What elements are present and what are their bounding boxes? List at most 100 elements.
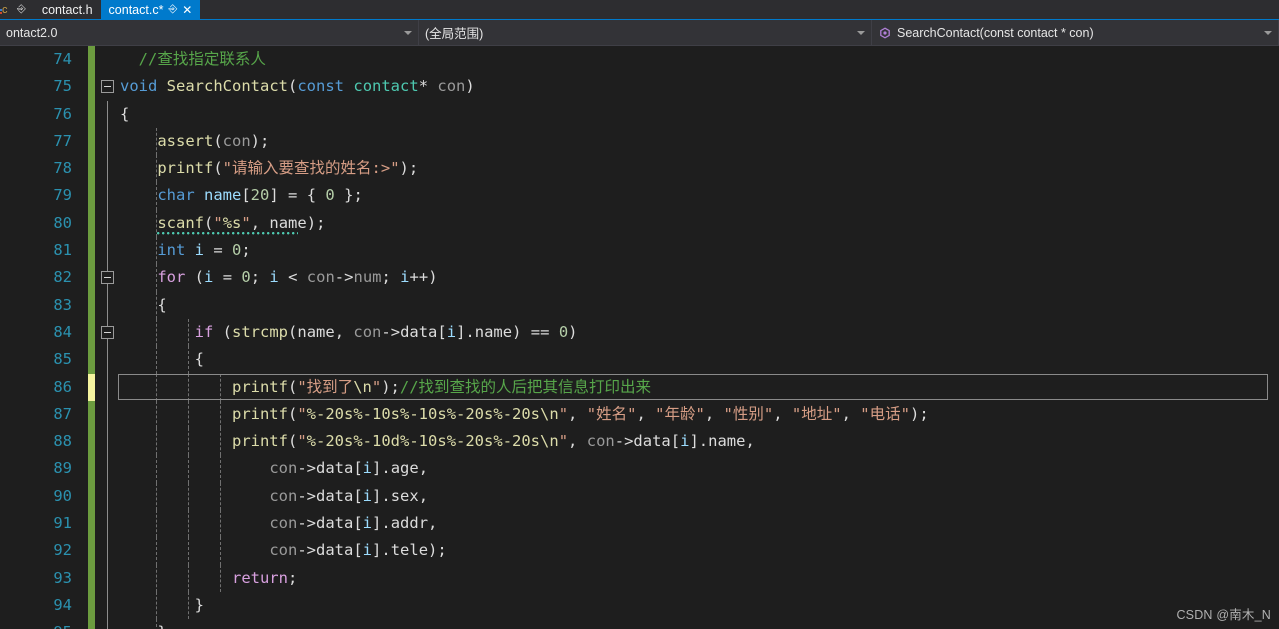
code-text[interactable]: void SearchContact(const contact* con) [120, 73, 475, 100]
fold-guide-line [107, 428, 108, 456]
member-dropdown-label: SearchContact(const contact * con) [897, 25, 1094, 40]
change-bar [88, 182, 95, 210]
code-text[interactable]: con->data[i].sex, [120, 483, 428, 510]
code-line[interactable]: 85 { [0, 346, 1279, 374]
code-line[interactable]: 79 char name[20] = { 0 }; [0, 182, 1279, 210]
line-number: 75 [53, 77, 72, 96]
fold-guide-line [107, 510, 108, 538]
code-line[interactable]: 78 printf("请输入要查找的姓名:>"); [0, 155, 1279, 183]
scope-dropdown-label: (全局范围) [425, 27, 484, 41]
code-text[interactable]: { [120, 101, 129, 128]
fold-guide-line [107, 400, 108, 429]
code-line[interactable]: 87 printf("%-20s%-10s%-10s%-20s%-20s\n",… [0, 400, 1279, 429]
code-text[interactable]: for (i = 0; i < con->num; i++) [120, 264, 437, 291]
code-text[interactable]: //查找指定联系人 [120, 46, 266, 73]
fold-guide-line [107, 155, 108, 183]
line-number: 95 [0, 619, 72, 629]
code-text[interactable]: } [120, 619, 166, 629]
code-editor-surface[interactable]: 74 //查找指定联系人 75 void SearchContact(const c… [0, 46, 1279, 629]
code-line[interactable]: 74 //查找指定联系人 [0, 46, 1279, 74]
code-text[interactable]: printf("%-20s%-10s%-10s%-20s%-20s\n", "姓… [120, 401, 929, 428]
code-line[interactable]: 92 con->data[i].tele); [0, 537, 1279, 565]
line-number: 89 [53, 459, 72, 478]
code-text[interactable]: printf("%-20s%-10d%-10s%-20s%-20s\n", co… [120, 428, 755, 455]
code-text[interactable]: printf("请输入要查找的姓名:>"); [120, 155, 418, 182]
line-number: 91 [53, 514, 72, 533]
chevron-down-icon[interactable] [404, 30, 412, 35]
line-number: 94 [53, 595, 72, 614]
fold-guide-line [107, 591, 108, 620]
code-line[interactable]: 76 { [0, 100, 1279, 128]
collapse-region-icon[interactable] [101, 325, 114, 339]
line-number: 87 [53, 404, 72, 423]
scope-dropdown[interactable]: (全局范围) [419, 20, 872, 45]
change-bar [88, 564, 95, 592]
pin-icon[interactable]: ⎆ [17, 3, 26, 15]
tab-contact-c[interactable]: contact.c* ⎆ ✕ [100, 0, 201, 20]
chevron-down-icon[interactable] [857, 30, 865, 35]
change-bar [88, 237, 95, 265]
line-number: 79 [53, 186, 72, 205]
code-line[interactable]: 80 scanf("%s", name); [0, 209, 1279, 238]
code-text[interactable]: if (strcmp(name, con->data[i].name) == 0… [120, 319, 578, 346]
line-number: 74 [53, 50, 72, 68]
close-icon[interactable]: ✕ [182, 4, 192, 16]
code-line[interactable]: 91 con->data[i].addr, [0, 510, 1279, 538]
line-number: 90 [53, 486, 72, 505]
code-text[interactable]: con->data[i].addr, [120, 510, 437, 537]
code-line[interactable]: 84 if (strcmp(name, con->data[i].name) =… [0, 318, 1279, 347]
change-bar [88, 510, 95, 538]
fold-guide-line [107, 182, 108, 210]
change-bar [88, 619, 95, 629]
code-line[interactable]: 75 void SearchContact(const contact* con) [0, 73, 1279, 101]
change-bar [88, 127, 95, 156]
tab-label: contact.c* [108, 3, 164, 17]
code-line[interactable]: 82 for (i = 0; i < con->num; i++) [0, 264, 1279, 292]
fold-guide-line [107, 373, 108, 401]
line-number: 88 [53, 432, 72, 451]
code-line[interactable]: 83 { [0, 291, 1279, 319]
code-line[interactable]: 90 con->data[i].sex, [0, 482, 1279, 511]
pin-icon[interactable]: ⎆ [168, 3, 177, 15]
line-number: 93 [53, 568, 72, 587]
collapse-region-icon[interactable] [101, 80, 114, 94]
fold-guide-line [107, 455, 108, 483]
change-bar [88, 209, 95, 238]
project-dropdown[interactable]: ontact2.0 [0, 20, 419, 45]
line-number: 86 [53, 377, 72, 396]
code-text[interactable]: con->data[i].age, [120, 455, 428, 482]
code-lines-container[interactable]: 74 //查找指定联系人 75 void SearchContact(const c… [0, 46, 1279, 629]
line-number: 92 [53, 541, 72, 560]
code-line[interactable]: 93 return; [0, 564, 1279, 592]
tab-contact-h[interactable]: contact.h [33, 0, 101, 20]
code-line[interactable]: 81 int i = 0; [0, 237, 1279, 265]
collapse-region-icon[interactable] [101, 271, 114, 285]
code-line[interactable]: 89 con->data[i].age, [0, 455, 1279, 483]
code-text[interactable]: int i = 0; [120, 237, 250, 264]
code-line[interactable]: 95 } [0, 619, 1279, 629]
c-file-icon: c [0, 3, 8, 16]
code-text[interactable]: char name[20] = { 0 }; [120, 182, 362, 209]
change-bar [88, 346, 95, 374]
project-dropdown-label: ontact2.0 [6, 25, 58, 40]
line-number: 78 [53, 159, 72, 178]
code-text[interactable]: { [120, 346, 204, 373]
code-text[interactable]: printf("找到了\n");//找到查找的人后把其信息打印出来 [120, 374, 651, 401]
line-number: 83 [53, 295, 72, 314]
member-dropdown[interactable]: SearchContact(const contact * con) [872, 20, 1279, 45]
chevron-down-icon[interactable] [1264, 30, 1272, 35]
code-text[interactable]: return; [120, 565, 297, 592]
code-text[interactable]: con->data[i].tele); [120, 537, 446, 564]
code-text[interactable]: } [120, 592, 204, 619]
fold-guide-line [107, 346, 108, 374]
code-text[interactable]: { [120, 292, 166, 319]
code-line[interactable]: 77 assert(con); [0, 127, 1279, 156]
code-text[interactable]: assert(con); [120, 128, 269, 155]
tab-label: contact.h [41, 3, 93, 17]
tab-contact-c-pinned[interactable]: c ⎆ [0, 0, 34, 20]
change-bar [88, 46, 95, 74]
code-line[interactable]: 86 printf("找到了\n");//找到查找的人后把其信息打印出来 [0, 373, 1279, 401]
code-line[interactable]: 94 } [0, 591, 1279, 620]
code-line[interactable]: 88 printf("%-20s%-10d%-10s%-20s%-20s\n",… [0, 428, 1279, 456]
fold-guide-line [107, 564, 108, 592]
